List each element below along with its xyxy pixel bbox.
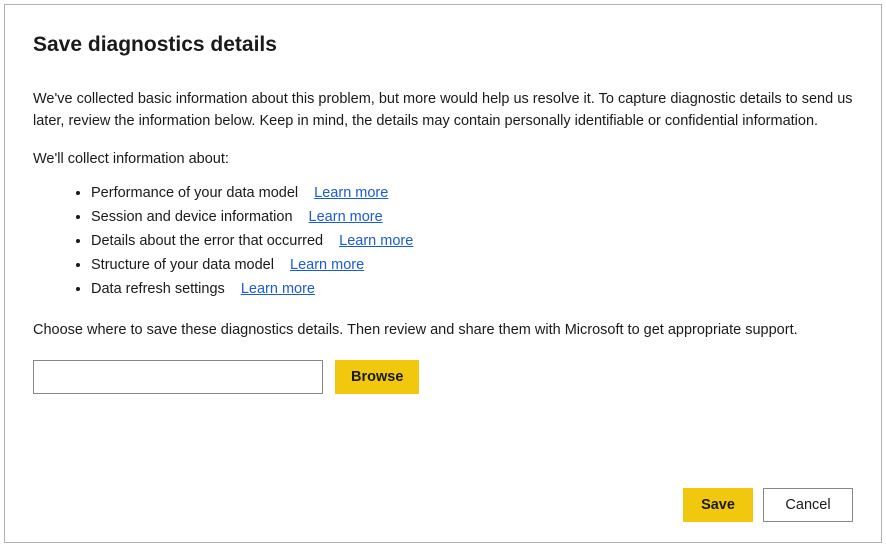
list-item: Session and device information Learn mor… xyxy=(91,206,853,230)
path-input-row: Browse xyxy=(33,360,853,394)
collect-list: Performance of your data model Learn mor… xyxy=(33,182,853,302)
dialog-footer: Save Cancel xyxy=(683,488,853,522)
choose-location-text: Choose where to save these diagnostics d… xyxy=(33,320,853,342)
collect-intro-text: We'll collect information about: xyxy=(33,149,853,171)
list-item: Details about the error that occurred Le… xyxy=(91,230,853,254)
learn-more-link[interactable]: Learn more xyxy=(241,281,315,297)
list-item: Structure of your data model Learn more xyxy=(91,254,853,278)
list-item-label: Structure of your data model xyxy=(91,257,274,273)
dialog-title: Save diagnostics details xyxy=(33,33,853,57)
list-item: Data refresh settings Learn more xyxy=(91,278,853,302)
browse-button[interactable]: Browse xyxy=(335,360,419,394)
save-path-input[interactable] xyxy=(33,360,323,394)
learn-more-link[interactable]: Learn more xyxy=(314,185,388,201)
intro-text: We've collected basic information about … xyxy=(33,89,853,133)
learn-more-link[interactable]: Learn more xyxy=(309,209,383,225)
learn-more-link[interactable]: Learn more xyxy=(290,257,364,273)
list-item-label: Details about the error that occurred xyxy=(91,233,323,249)
list-item-label: Session and device information xyxy=(91,209,293,225)
learn-more-link[interactable]: Learn more xyxy=(339,233,413,249)
save-diagnostics-dialog: Save diagnostics details We've collected… xyxy=(4,4,882,543)
list-item-label: Performance of your data model xyxy=(91,185,298,201)
list-item-label: Data refresh settings xyxy=(91,281,225,297)
save-button[interactable]: Save xyxy=(683,488,753,522)
cancel-button[interactable]: Cancel xyxy=(763,488,853,522)
list-item: Performance of your data model Learn mor… xyxy=(91,182,853,206)
